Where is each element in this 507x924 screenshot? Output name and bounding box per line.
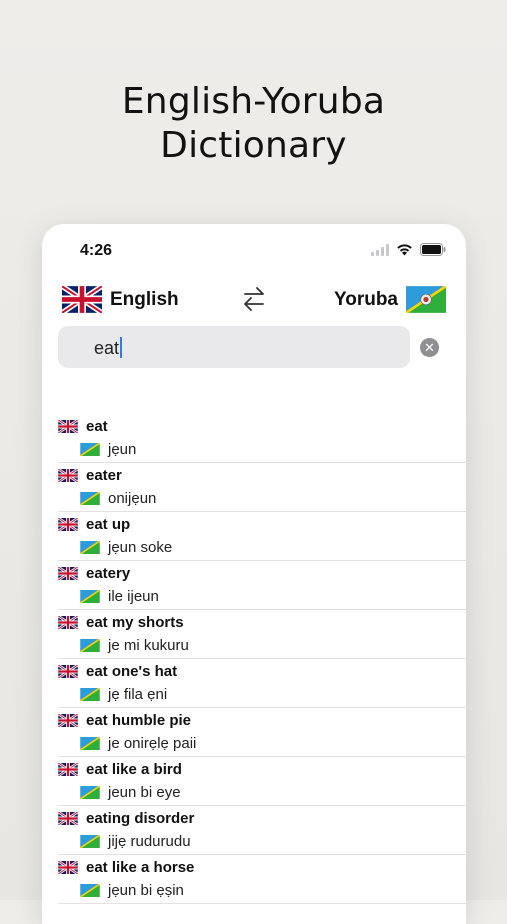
headline-line-1: English-Yoruba	[121, 81, 386, 122]
clear-search-button[interactable]: ✕	[420, 338, 439, 357]
result-row[interactable]: eat up jẹun soke	[58, 512, 466, 561]
yoruba-translation: jẹ fila ẹni	[80, 686, 167, 703]
yoruba-flag-icon	[80, 639, 100, 652]
english-term: eat like a bird	[58, 761, 182, 778]
result-row[interactable]: eating disorder jijẹ rudurudu	[58, 806, 466, 855]
yoruba-word: ile ijeun	[108, 588, 159, 605]
english-term: eat up	[58, 516, 130, 533]
yoruba-translation: onijẹun	[80, 490, 156, 507]
english-term: eatery	[58, 565, 130, 582]
result-row[interactable]: eat my shorts je mi kukuru	[58, 610, 466, 659]
yoruba-translation: jijẹ rudurudu	[80, 833, 191, 850]
yoruba-flag-icon	[80, 492, 100, 505]
source-language-selector[interactable]: English	[62, 286, 179, 313]
yoruba-flag-icon	[80, 835, 100, 848]
uk-flag-icon	[58, 616, 78, 629]
uk-flag-icon	[58, 420, 78, 433]
search-row: eat ✕	[58, 326, 450, 368]
english-word: eat	[86, 418, 108, 435]
yoruba-word: je onirẹlẹ paii	[108, 735, 197, 752]
yoruba-flag-icon	[406, 286, 446, 313]
status-icons	[371, 243, 446, 256]
result-row[interactable]: eat one's hat jẹ fila ẹni	[58, 659, 466, 708]
english-term: eater	[58, 467, 122, 484]
battery-icon	[420, 243, 446, 256]
english-word: eating disorder	[86, 810, 195, 827]
english-term: eat my shorts	[58, 614, 184, 631]
results-list: eat jẹun eater onijẹun eat up jẹun soke …	[42, 414, 466, 904]
yoruba-word: jẹun bi ẹṣin	[108, 882, 184, 899]
target-language-label: Yoruba	[333, 288, 398, 310]
uk-flag-icon	[58, 861, 78, 874]
english-word: eat humble pie	[86, 712, 192, 729]
text-caret	[120, 337, 123, 358]
clear-icon: ✕	[424, 340, 435, 355]
uk-flag-icon	[58, 567, 78, 580]
uk-flag-icon	[58, 812, 78, 825]
english-term: eat humble pie	[58, 712, 191, 729]
promo-headline: English-Yoruba Dictionary	[0, 80, 507, 168]
yoruba-translation: ile ijeun	[80, 588, 159, 605]
yoruba-word: onijẹun	[108, 490, 157, 507]
yoruba-word: jẹun	[108, 441, 137, 458]
english-word: eat my shorts	[86, 614, 184, 631]
uk-flag-icon	[58, 763, 78, 776]
english-term: eat one's hat	[58, 663, 177, 680]
english-word: eat one's hat	[86, 663, 178, 680]
status-time: 4:26	[80, 242, 113, 259]
english-term: eating disorder	[58, 810, 194, 827]
search-input-text: eat	[94, 337, 123, 359]
english-term: eat like a horse	[58, 859, 194, 876]
result-row[interactable]: eater onijẹun	[58, 463, 466, 512]
yoruba-flag-icon	[80, 884, 100, 897]
headline-line-2: Dictionary	[160, 125, 347, 166]
yoruba-flag-icon	[80, 590, 100, 603]
phone-screen: 4:26 English Yoruba eat ✕ eat jẹun eater…	[42, 224, 466, 924]
uk-flag-icon	[58, 518, 78, 531]
status-bar: 4:26	[42, 224, 466, 274]
yoruba-flag-icon	[80, 541, 100, 554]
result-row[interactable]: eat jẹun	[58, 414, 466, 463]
yoruba-flag-icon	[80, 737, 100, 750]
result-row[interactable]: eat like a horse jẹun bi ẹṣin	[58, 855, 466, 904]
yoruba-word: je mi kukuru	[108, 637, 189, 654]
yoruba-translation: jẹun bi ẹṣin	[80, 882, 184, 899]
yoruba-flag-icon	[80, 786, 100, 799]
english-word: eat like a bird	[86, 761, 182, 778]
yoruba-flag-icon	[80, 688, 100, 701]
swap-languages-button[interactable]	[242, 286, 266, 312]
language-bar: English Yoruba	[42, 282, 466, 318]
english-word: eater	[86, 467, 122, 484]
yoruba-word: jijẹ rudurudu	[108, 833, 191, 850]
result-row[interactable]: eat humble pie je onirẹlẹ paii	[58, 708, 466, 757]
target-language-selector[interactable]: Yoruba	[334, 286, 446, 313]
source-language-label: English	[110, 288, 179, 310]
uk-flag-icon	[58, 665, 78, 678]
yoruba-translation: je mi kukuru	[80, 637, 189, 654]
english-word: eat up	[86, 516, 131, 533]
result-row[interactable]: eatery ile ijeun	[58, 561, 466, 610]
yoruba-translation: jẹun soke	[80, 539, 172, 556]
yoruba-word: jẹ fila ẹni	[108, 686, 168, 703]
yoruba-word: jẹun soke	[108, 539, 173, 556]
english-term: eat	[58, 418, 108, 435]
english-word: eat like a horse	[86, 859, 195, 876]
yoruba-translation: je onirẹlẹ paii	[80, 735, 196, 752]
yoruba-word: jeun bi eye	[108, 784, 181, 801]
uk-flag-icon	[58, 714, 78, 727]
uk-flag-icon	[58, 469, 78, 482]
uk-flag-icon	[62, 286, 102, 313]
signal-icon	[371, 243, 389, 256]
yoruba-flag-icon	[80, 443, 100, 456]
swap-arrows-icon	[244, 287, 264, 311]
wifi-icon	[396, 243, 413, 256]
result-row[interactable]: eat like a bird jeun bi eye	[58, 757, 466, 806]
english-word: eatery	[86, 565, 131, 582]
yoruba-translation: jẹun	[80, 441, 136, 458]
search-input[interactable]: eat	[58, 326, 410, 368]
yoruba-translation: jeun bi eye	[80, 784, 181, 801]
